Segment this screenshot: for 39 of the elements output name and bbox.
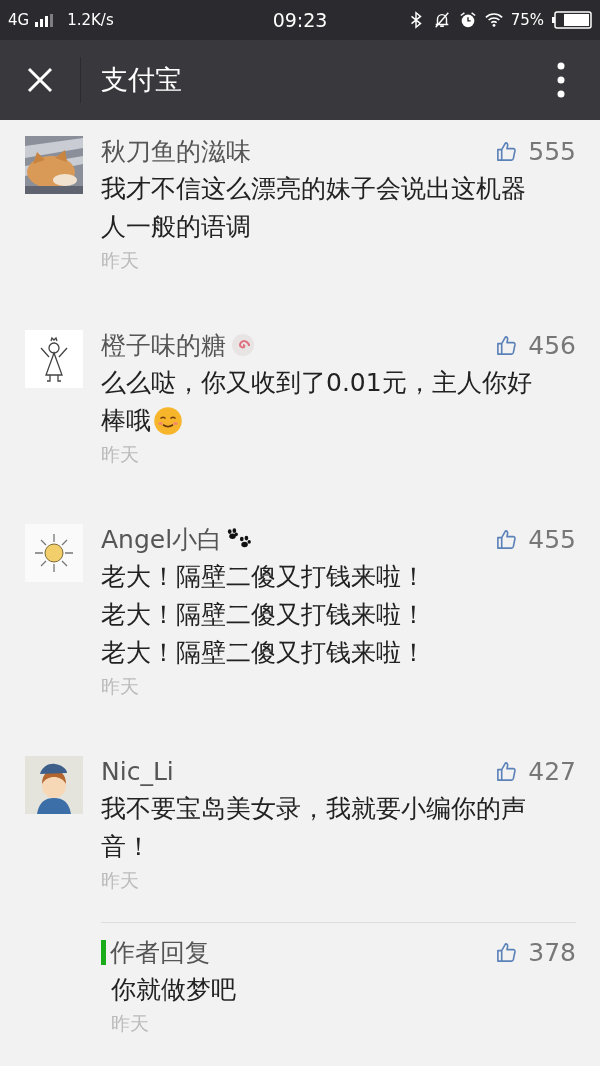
battery-percent: 75% [510,11,544,29]
signal-icon [35,13,54,27]
thumbs-up-icon[interactable] [495,759,519,783]
network-speed: 1.2K/s [67,11,114,29]
user-name: Angel小白 [101,523,223,556]
thumbs-up-icon[interactable] [495,139,519,163]
reply-text: 你就做梦吧 [111,974,236,1006]
muted-bell-icon [432,11,451,29]
like-count: 455 [528,524,576,554]
user-name: Nic_Li [101,756,174,786]
close-icon[interactable] [27,67,53,93]
like-count: 378 [528,937,576,967]
battery-icon [552,11,592,29]
comment-text: 棒哦 [101,405,151,437]
like-count: 456 [528,330,576,360]
comment-text: 人一般的语调 [101,211,251,243]
comment-text: 我才不信这么漂亮的妹子会说出这机器 [101,173,526,205]
thumbs-up-icon[interactable] [495,333,519,357]
like-count: 427 [528,756,576,786]
reply-label: 作者回复 [101,939,210,965]
like-count: 555 [528,136,576,166]
comment-text: 么么哒，你又收到了0.01元，主人你好 [101,367,532,399]
comment-text: 老大！隔壁二傻又打钱来啦！ [101,599,426,631]
user-name: 秋刀鱼的滋味 [101,135,251,168]
comment-text: 音！ [101,831,151,863]
swirl-icon [230,333,256,357]
thumbs-up-icon[interactable] [495,527,519,551]
thumbs-up-icon[interactable] [495,940,519,964]
clock: 09:23 [272,9,328,31]
network-type: 4G [8,11,30,29]
wifi-icon [484,11,503,29]
page-title: 支付宝 [101,63,183,97]
comment-text: 我不要宝岛美女录，我就要小编你的声 [101,793,526,825]
alarm-clock-icon [458,11,477,29]
smiling-face-icon [153,406,183,436]
user-name: 橙子味的糖 [101,329,226,362]
more-options-icon[interactable] [556,62,566,98]
comment-text: 老大！隔壁二傻又打钱来啦！ [101,561,426,593]
comment-text: 老大！隔壁二傻又打钱来啦！ [101,637,426,669]
